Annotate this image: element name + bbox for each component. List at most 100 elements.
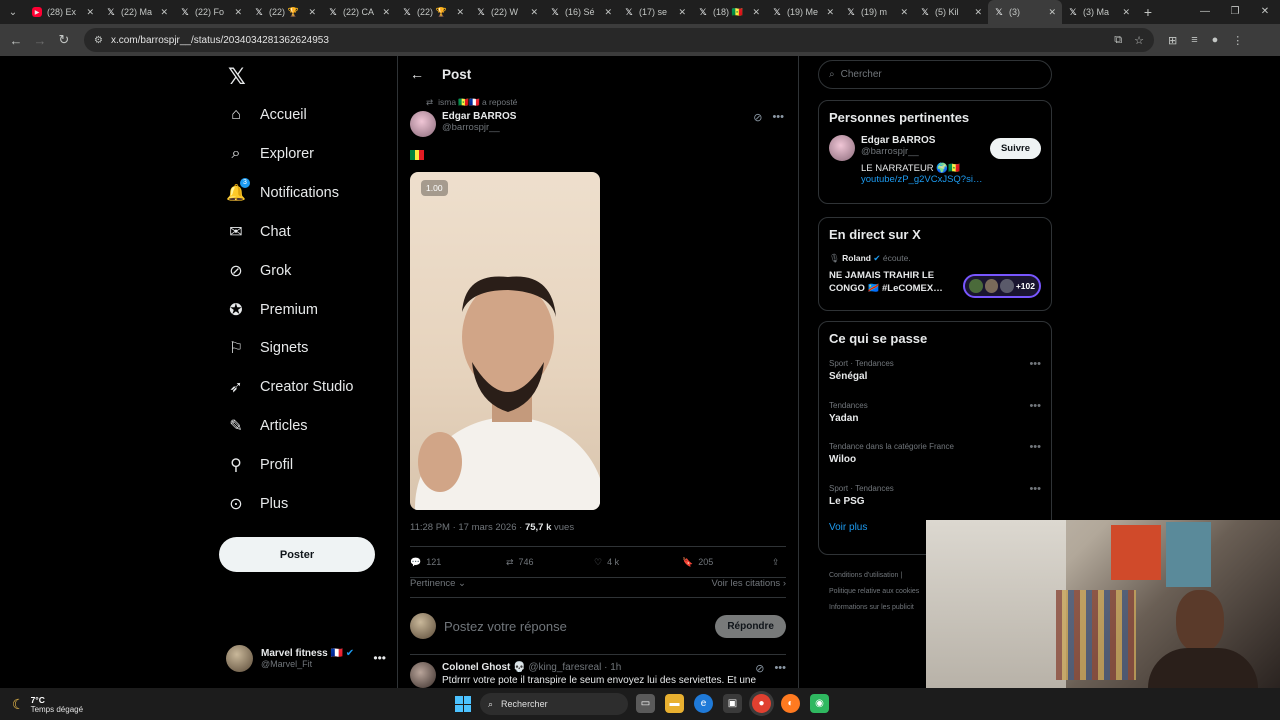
grok-icon[interactable]: ⊘	[755, 662, 764, 675]
nav-item-premium[interactable]: ✪ Premium	[226, 295, 318, 325]
x-logo-icon[interactable]: 𝕏	[228, 64, 246, 90]
avatar[interactable]	[829, 135, 855, 161]
footer-link[interactable]: Conditions d'utilisation |	[829, 568, 919, 584]
person-name[interactable]: Edgar BARROS	[861, 135, 982, 146]
close-tab-icon[interactable]: ✕	[974, 7, 982, 18]
address-bar[interactable]: ⚙ x.com/barrospjr__/status/2034034281362…	[84, 28, 1154, 52]
browser-tab[interactable]: 𝕏 (22) 🏆 ✕	[396, 0, 470, 24]
extensions-icon[interactable]: ⊞	[1168, 34, 1177, 47]
reply-action[interactable]: 💬 121	[410, 557, 506, 568]
back-icon[interactable]: ←	[4, 33, 28, 48]
reload-icon[interactable]: ↻	[52, 32, 76, 48]
search-input[interactable]: ⌕ Chercher	[818, 60, 1052, 89]
grok-icon[interactable]: ⊘	[753, 111, 762, 124]
chrome-menu-icon[interactable]: ⋮	[1232, 34, 1243, 47]
trend-item[interactable]: Sport · Tendances Le PSG •••	[829, 481, 1041, 523]
reply-button[interactable]: Répondre	[715, 614, 786, 638]
more-icon[interactable]: •••	[1029, 358, 1041, 370]
app-icon[interactable]: ◉	[810, 694, 829, 713]
repost-action[interactable]: ⇄ 746	[506, 557, 594, 568]
live-room-title[interactable]: NE JAMAIS TRAHIR LE CONGO 🇨🇩 #LeCOMEX…	[829, 269, 959, 295]
browser-tab[interactable]: 𝕏 (16) Sé ✕	[544, 0, 618, 24]
task-view-icon[interactable]: ▭	[636, 694, 655, 713]
browser-tab[interactable]: 𝕏 (17) se ✕	[618, 0, 692, 24]
like-action[interactable]: ♡ 4 k	[594, 557, 682, 568]
post-timestamp[interactable]: 11:28 PM · 17 mars 2026 ·	[410, 522, 525, 533]
more-icon[interactable]: •••	[1029, 483, 1041, 495]
forward-icon[interactable]: →	[28, 33, 52, 48]
edge-icon[interactable]: e	[694, 694, 713, 713]
sort-dropdown[interactable]: Pertinence ⌄	[410, 578, 466, 589]
chrome-icon[interactable]: ●	[752, 694, 771, 713]
close-tab-icon[interactable]: ✕	[160, 7, 168, 18]
file-explorer-icon[interactable]: ▬	[665, 694, 684, 713]
reply-post[interactable]: Colonel Ghost 💀 @king_faresreal · 1h Ptd…	[410, 662, 786, 688]
close-tab-icon[interactable]: ✕	[456, 7, 464, 18]
more-icon[interactable]: •••	[1029, 441, 1041, 453]
close-tab-icon[interactable]: ✕	[678, 7, 686, 18]
view-quotes-link[interactable]: Voir les citations ›	[712, 578, 786, 589]
minimize-icon[interactable]: —	[1190, 0, 1220, 24]
nav-item-creator-studio[interactable]: ➶ Creator Studio	[226, 372, 353, 402]
follow-button[interactable]: Suivre	[989, 138, 1041, 159]
nav-item-plus[interactable]: ⊙ Plus	[226, 489, 288, 519]
nav-item-accueil[interactable]: ⌂ Accueil	[226, 100, 307, 130]
avatar[interactable]	[410, 662, 436, 688]
windows-start-icon[interactable]	[455, 696, 471, 712]
nav-item-profil[interactable]: ⚲ Profil	[226, 450, 293, 480]
nav-item-chat[interactable]: ✉ Chat	[226, 217, 290, 247]
trend-item[interactable]: Tendance dans la catégorie France Wiloo ••…	[829, 439, 1041, 481]
browser-tab[interactable]: 𝕏 (22) W ✕	[470, 0, 544, 24]
nav-item-notifications[interactable]: 🔔 3 Notifications	[226, 177, 339, 208]
more-icon[interactable]: •••	[373, 651, 386, 665]
footer-link[interactable]: Politique relative aux cookies	[829, 584, 919, 600]
weather-widget[interactable]: ☾ 7°C Temps dégagé	[12, 695, 83, 714]
close-tab-icon[interactable]: ✕	[530, 7, 538, 18]
browser-tab[interactable]: 𝕏 (22) Fo ✕	[174, 0, 248, 24]
more-icon[interactable]: •••	[1029, 400, 1041, 412]
bookmark-action[interactable]: 🔖 205	[682, 557, 772, 568]
firefox-icon[interactable]: ◐	[781, 694, 800, 713]
person-handle[interactable]: @barrospjr__	[861, 146, 982, 157]
close-tab-icon[interactable]: ✕	[900, 7, 908, 18]
person-link[interactable]: youtube/zP_g2VCxJSQ?si…	[861, 174, 982, 185]
maximize-icon[interactable]: ❐	[1220, 0, 1250, 24]
install-app-icon[interactable]: ⧉	[1114, 34, 1122, 47]
browser-tab[interactable]: 𝕏 (22) Ma ✕	[100, 0, 174, 24]
bookmark-star-icon[interactable]: ☆	[1134, 34, 1144, 47]
author-name[interactable]: Edgar BARROS	[442, 111, 516, 122]
new-tab-button[interactable]: +	[1136, 4, 1160, 20]
nav-item-articles[interactable]: ✎ Articles	[226, 411, 307, 441]
close-tab-icon[interactable]: ✕	[604, 7, 612, 18]
reply-author-name[interactable]: Colonel Ghost 💀	[442, 662, 526, 673]
close-tab-icon[interactable]: ✕	[234, 7, 242, 18]
close-tab-icon[interactable]: ✕	[382, 7, 390, 18]
video-player[interactable]: 1.00	[410, 172, 600, 510]
media-control-icon[interactable]: ≡	[1191, 34, 1197, 47]
tab-search-icon[interactable]: ⌄	[0, 0, 26, 24]
browser-tab[interactable]: ▶ (28) Ex ✕	[26, 0, 100, 24]
browser-tab[interactable]: 𝕏 (22) 🏆 ✕	[248, 0, 322, 24]
footer-link[interactable]: Informations sur les publicit	[829, 600, 919, 616]
browser-tab[interactable]: 𝕏 (3) Ma ✕	[1062, 0, 1136, 24]
more-icon[interactable]: •••	[774, 662, 786, 675]
browser-tab[interactable]: 𝕏 (19) Me ✕	[766, 0, 840, 24]
trend-item[interactable]: Sport · Tendances Sénégal •••	[829, 356, 1041, 398]
reply-author-handle[interactable]: @king_faresreal	[528, 662, 601, 673]
profile-icon[interactable]: ●	[1212, 34, 1219, 47]
live-listeners-pill[interactable]: +102	[963, 274, 1041, 298]
post-button[interactable]: Poster	[219, 537, 375, 572]
close-window-icon[interactable]: ✕	[1250, 0, 1280, 24]
close-tab-icon[interactable]: ✕	[1048, 7, 1056, 18]
share-action[interactable]: ⇪	[772, 557, 780, 568]
close-tab-icon[interactable]: ✕	[86, 7, 94, 18]
close-tab-icon[interactable]: ✕	[308, 7, 316, 18]
nav-item-signets[interactable]: ⚐ Signets	[226, 333, 309, 363]
browser-tab[interactable]: 𝕏 (18) 🇸🇳 ✕	[692, 0, 766, 24]
taskbar-search[interactable]: ⌕ Rechercher	[480, 693, 628, 715]
nav-item-explorer[interactable]: ⌕ Explorer	[226, 139, 314, 169]
reply-input[interactable]: Postez votre réponse	[444, 619, 567, 634]
avatar[interactable]	[410, 111, 436, 137]
site-info-icon[interactable]: ⚙	[94, 35, 103, 46]
reply-time[interactable]: · 1h	[604, 662, 621, 673]
